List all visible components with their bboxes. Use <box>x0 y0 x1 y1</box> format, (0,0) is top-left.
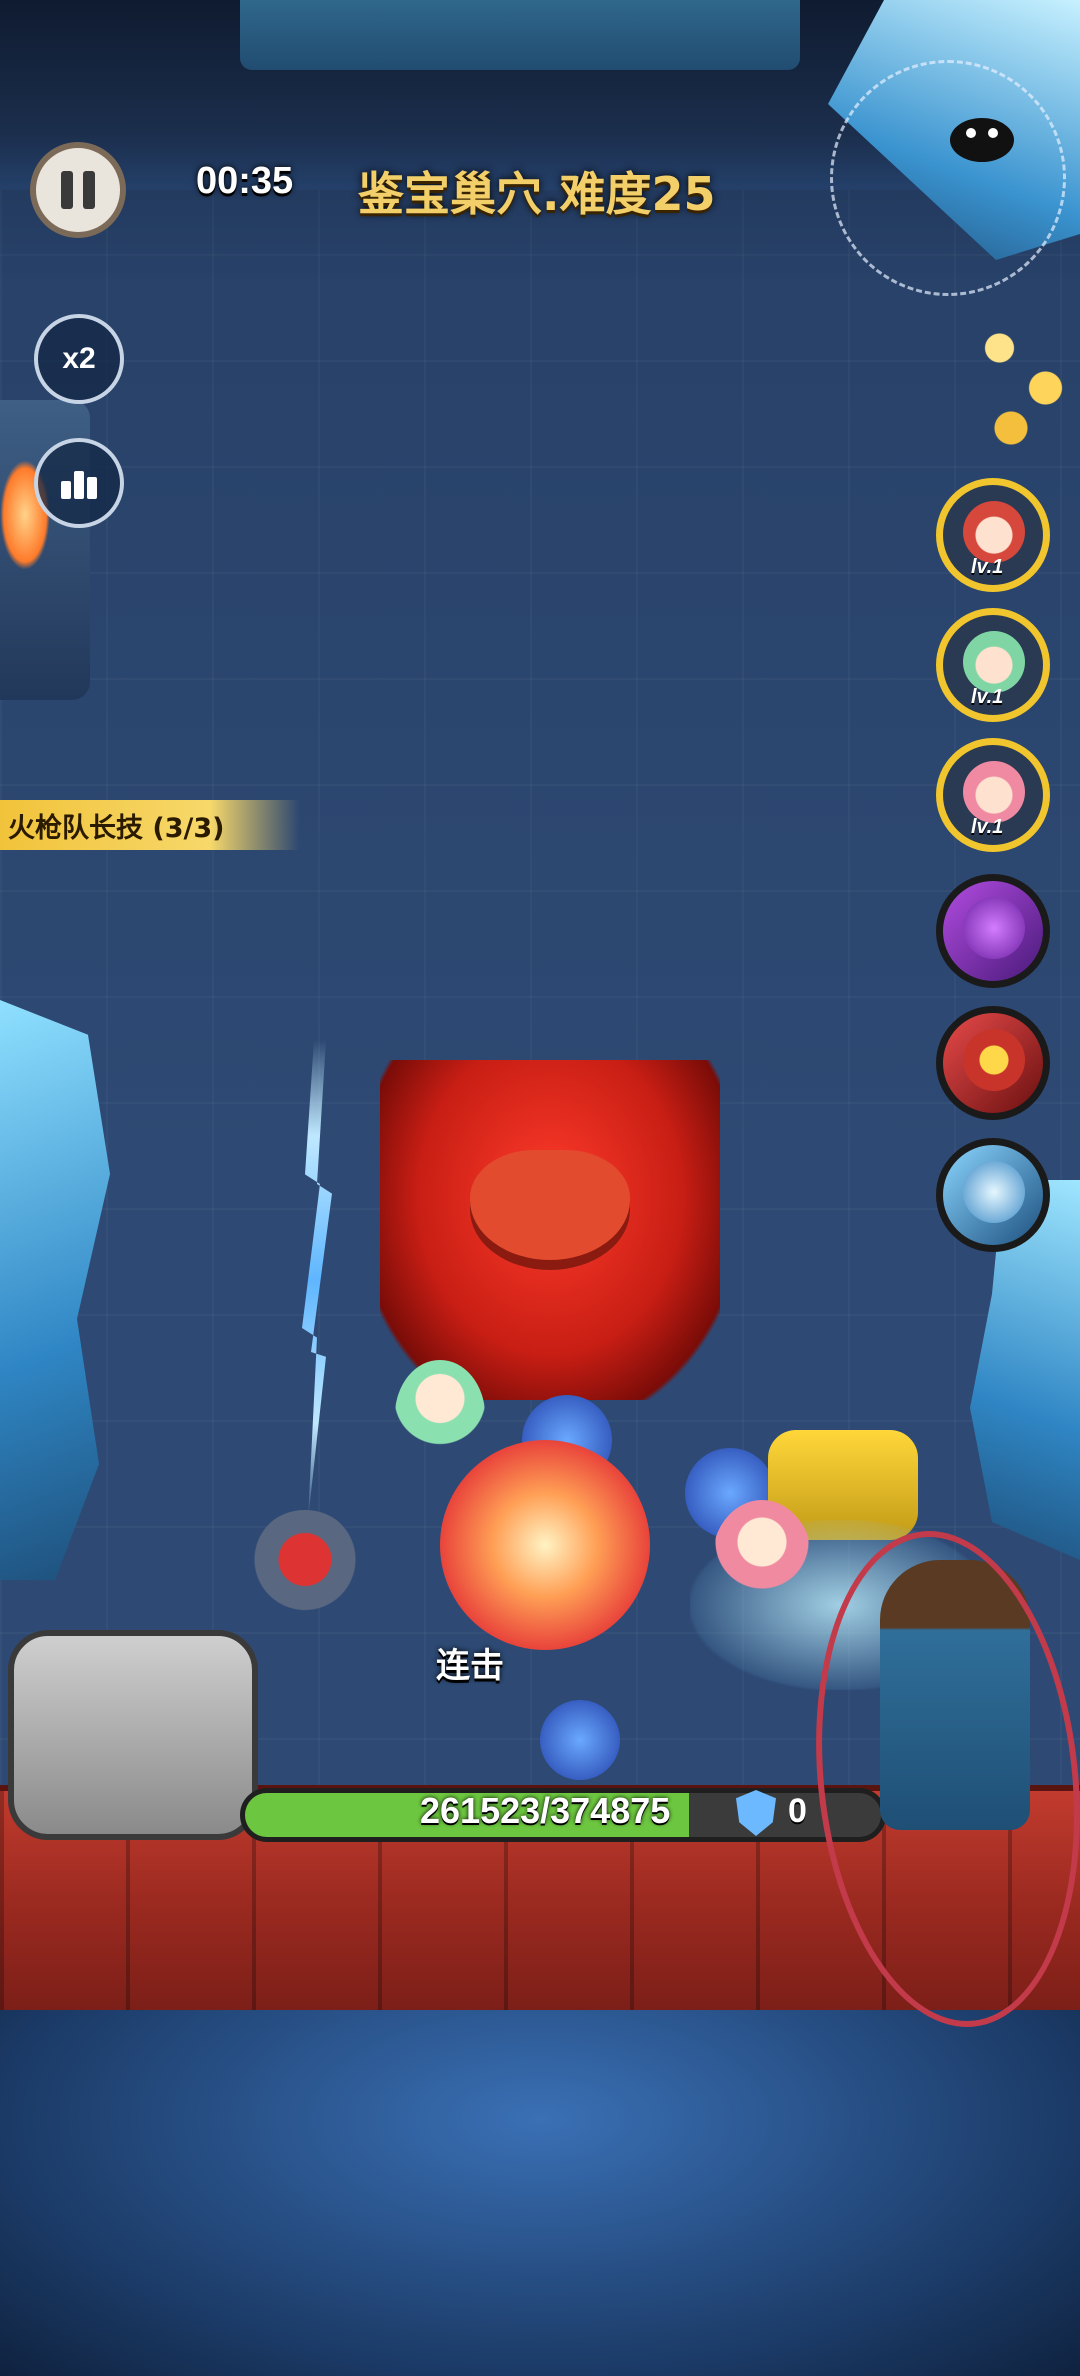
red-hair-pirate-hero-icon <box>963 501 1025 563</box>
pink-hair-lancer-hero <box>712 1500 812 1620</box>
hero-slot-pink-hair[interactable]: lv.1 <box>936 738 1050 852</box>
hero-level: lv.1 <box>971 686 1004 708</box>
bar-chart-icon <box>61 471 97 499</box>
battle-timer: 00:35 <box>196 160 294 202</box>
speed-label: x2 <box>62 342 96 375</box>
hero-level: lv.1 <box>971 816 1004 838</box>
fire-orb-effect <box>440 1440 650 1650</box>
hero-slot-green-hair[interactable]: lv.1 <box>936 608 1050 722</box>
star-punch-skill-icon <box>963 1029 1025 1091</box>
top-gate <box>240 0 800 70</box>
base-hp-text: 261523/374875 <box>420 1790 671 1831</box>
skill-slot-ice-wave[interactable] <box>936 1138 1050 1252</box>
gold-coin-pile <box>965 300 1080 460</box>
skill-slot-purple-worm[interactable] <box>936 874 1050 988</box>
captain-skill-label: 火枪队长技 (3/3) <box>8 812 225 844</box>
stats-button[interactable] <box>34 438 124 528</box>
game-screen: 00:35 鉴宝巢穴.难度25 x2 火枪队长技 (3/3) lv.1 lv.1… <box>0 0 1080 2376</box>
crystal-cluster-left <box>0 1000 110 1580</box>
red-eye-robot-enemy <box>250 1510 360 1620</box>
stage-title: 鉴宝巢穴.难度25 <box>358 167 716 221</box>
speed-toggle-button[interactable]: x2 <box>34 314 124 404</box>
green-hair-hero <box>395 1360 485 1470</box>
shield-value: 0 <box>788 1792 807 1830</box>
blue-slime-minion <box>540 1700 620 1780</box>
lower-crystal-floor <box>0 2010 1080 2376</box>
skill-slot-star-punch[interactable] <box>936 1006 1050 1120</box>
purple-worm-skill-icon <box>963 897 1025 959</box>
boss-skull-face <box>470 1150 630 1270</box>
pink-hair-lancer-hero-icon <box>963 761 1025 823</box>
spider-web <box>830 60 1066 296</box>
green-hair-hero-icon <box>963 631 1025 693</box>
hero-level: lv.1 <box>971 556 1004 578</box>
stone-golem-enemy <box>8 1630 258 1840</box>
ice-wave-skill-icon <box>963 1161 1025 1223</box>
pause-button[interactable] <box>30 142 126 238</box>
hero-slot-red-hair[interactable]: lv.1 <box>936 478 1050 592</box>
pause-icon <box>61 171 73 209</box>
captain-skill-banner: 火枪队长技 (3/3) <box>0 800 300 850</box>
lightning-bolt-effect <box>302 1040 332 1520</box>
spider-icon <box>950 118 1014 162</box>
combo-label: 连击 <box>436 1646 504 1686</box>
